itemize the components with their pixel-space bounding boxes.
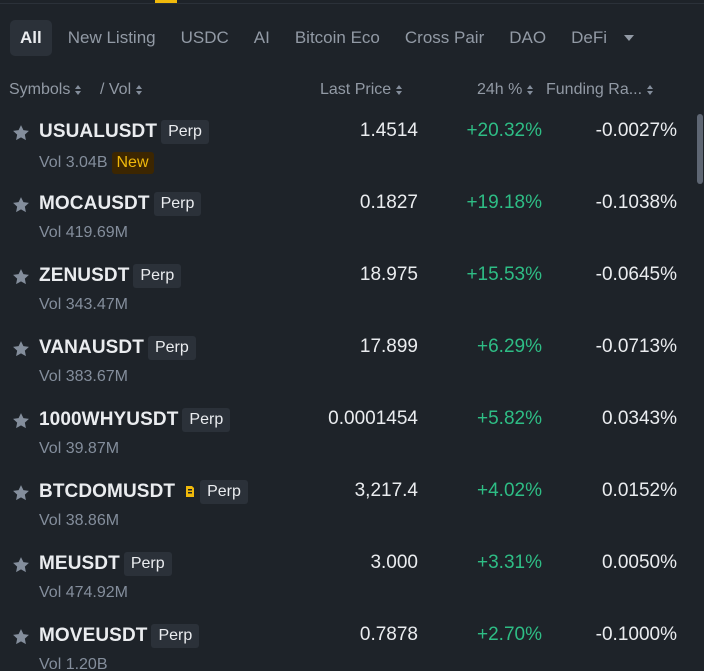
favorite-star-icon[interactable]: [11, 411, 31, 431]
last-price: 0.7878: [359, 624, 418, 645]
tab-new-listing[interactable]: New Listing: [59, 20, 165, 56]
column-header: Symbols / Vol Last Price 24h % Funding R…: [0, 78, 704, 102]
scrollbar-track[interactable]: [696, 110, 704, 671]
sort-icon: [75, 85, 82, 95]
contract-type-badge: Perp: [147, 336, 196, 360]
tab-bitcoin-eco[interactable]: Bitcoin Eco: [286, 20, 389, 56]
symbol-name: MOCAUSDT: [39, 193, 150, 214]
contract-type-badge: Perp: [153, 192, 202, 216]
bell-icon: [186, 486, 195, 497]
favorite-star-icon[interactable]: [11, 339, 31, 359]
market-row[interactable]: VANAUSDT Perp Vol 383.67M 17.899 +6.29% …: [0, 326, 704, 398]
change-24h: +4.02%: [477, 480, 542, 501]
symbol-name: 1000WHYUSDT: [39, 409, 179, 430]
change-24h: +3.31%: [477, 552, 542, 573]
contract-type-badge: Perp: [151, 624, 200, 648]
change-24h: +5.82%: [477, 408, 542, 429]
market-row[interactable]: BTCDOMUSDT Perp Vol 38.86M 3,217.4 +4.02…: [0, 470, 704, 542]
contract-type-badge: Perp: [200, 480, 248, 504]
sort-icon: [396, 85, 403, 95]
change-24h: +6.29%: [477, 336, 542, 357]
contract-type-badge: Perp: [182, 408, 231, 432]
funding-rate: 0.0050%: [601, 552, 677, 573]
symbol-name: MEUSDT: [39, 553, 120, 574]
volume-text: Vol 343.47M: [39, 296, 128, 313]
sort-icon: [527, 85, 534, 95]
symbol-name: BTCDOMUSDT: [39, 481, 176, 502]
header-vol-label: / Vol: [100, 81, 132, 98]
symbol-name: VANAUSDT: [39, 337, 144, 358]
tab-dao[interactable]: DAO: [500, 20, 555, 56]
volume-text: Vol 419.69M: [39, 224, 128, 241]
sort-icon: [136, 85, 143, 95]
volume-text: Vol 3.04B: [39, 154, 108, 171]
sort-vol[interactable]: / Vol: [100, 78, 143, 102]
market-panel: All New Listing USDC AI Bitcoin Eco Cros…: [0, 0, 704, 671]
last-price: 0.1827: [359, 192, 418, 213]
header-symbols-label: Symbols: [9, 81, 71, 98]
market-row[interactable]: ZENUSDT Perp Vol 343.47M 18.975 +15.53% …: [0, 254, 704, 326]
sort-funding-rate[interactable]: Funding Ra...: [546, 78, 654, 102]
last-price: 3.000: [370, 552, 418, 573]
symbol-name: ZENUSDT: [39, 265, 130, 286]
market-row[interactable]: 1000WHYUSDT Perp Vol 39.87M 0.0001454 +5…: [0, 398, 704, 470]
volume-text: Vol 39.87M: [39, 440, 120, 457]
sort-24h-change[interactable]: 24h %: [477, 78, 534, 102]
last-price: 17.899: [359, 336, 418, 357]
tab-cross-pair[interactable]: Cross Pair: [396, 20, 493, 56]
favorite-star-icon[interactable]: [11, 123, 31, 143]
change-24h: +19.18%: [466, 192, 542, 213]
sort-last-price[interactable]: Last Price: [320, 78, 403, 102]
symbol-name: MOVEUSDT: [39, 625, 148, 646]
sort-symbols[interactable]: Symbols: [9, 78, 82, 102]
filter-tabs: All New Listing USDC AI Bitcoin Eco Cros…: [10, 20, 642, 56]
favorite-star-icon[interactable]: [11, 195, 31, 215]
more-tabs-button[interactable]: [616, 20, 642, 56]
tab-ai[interactable]: AI: [245, 20, 279, 56]
volume-text: Vol 1.20B: [39, 656, 108, 671]
volume-text: Vol 38.86M: [39, 512, 120, 529]
market-row[interactable]: USUALUSDT Perp Vol 3.04B New 1.4514 +20.…: [0, 110, 704, 182]
funding-rate: 0.0343%: [601, 408, 677, 429]
market-row[interactable]: MOCAUSDT Perp Vol 419.69M 0.1827 +19.18%…: [0, 182, 704, 254]
header-change-label: 24h %: [477, 81, 523, 98]
last-price: 0.0001454: [328, 408, 418, 429]
tab-all[interactable]: All: [10, 20, 52, 56]
tab-usdc[interactable]: USDC: [172, 20, 238, 56]
last-price: 1.4514: [359, 120, 418, 141]
favorite-star-icon[interactable]: [11, 555, 31, 575]
symbol-name: USUALUSDT: [39, 121, 158, 142]
contract-type-badge: Perp: [133, 264, 182, 288]
volume-text: Vol 474.92M: [39, 584, 128, 601]
funding-rate: -0.1038%: [595, 192, 677, 213]
scrollbar-thumb[interactable]: [697, 114, 703, 184]
tab-defi[interactable]: DeFi: [562, 20, 616, 56]
favorite-star-icon[interactable]: [11, 267, 31, 287]
favorite-star-icon[interactable]: [11, 483, 31, 503]
funding-rate: -0.0645%: [595, 264, 677, 285]
header-funding-label: Funding Ra...: [546, 81, 643, 98]
market-row[interactable]: MEUSDT Perp Vol 474.92M 3.000 +3.31% 0.0…: [0, 542, 704, 614]
change-24h: +20.32%: [466, 120, 542, 141]
favorite-star-icon[interactable]: [11, 627, 31, 647]
header-last-price-label: Last Price: [320, 81, 392, 98]
market-list: USUALUSDT Perp Vol 3.04B New 1.4514 +20.…: [0, 110, 704, 671]
chevron-down-icon: [624, 35, 634, 41]
contract-type-badge: Perp: [161, 120, 209, 144]
last-price: 18.975: [359, 264, 418, 285]
last-price: 3,217.4: [354, 480, 418, 501]
funding-rate: -0.0713%: [595, 336, 677, 357]
contract-type-badge: Perp: [123, 552, 172, 576]
volume-text: Vol 383.67M: [39, 368, 128, 385]
sort-icon: [647, 85, 654, 95]
new-listing-badge: New: [111, 152, 154, 174]
funding-rate: 0.0152%: [601, 480, 677, 501]
change-24h: +15.53%: [466, 264, 542, 285]
divider: [0, 3, 704, 4]
funding-rate: -0.0027%: [595, 120, 677, 141]
change-24h: +2.70%: [477, 624, 542, 645]
market-row[interactable]: MOVEUSDT Perp Vol 1.20B 0.7878 +2.70% -0…: [0, 614, 704, 671]
funding-rate: -0.1000%: [595, 624, 677, 645]
